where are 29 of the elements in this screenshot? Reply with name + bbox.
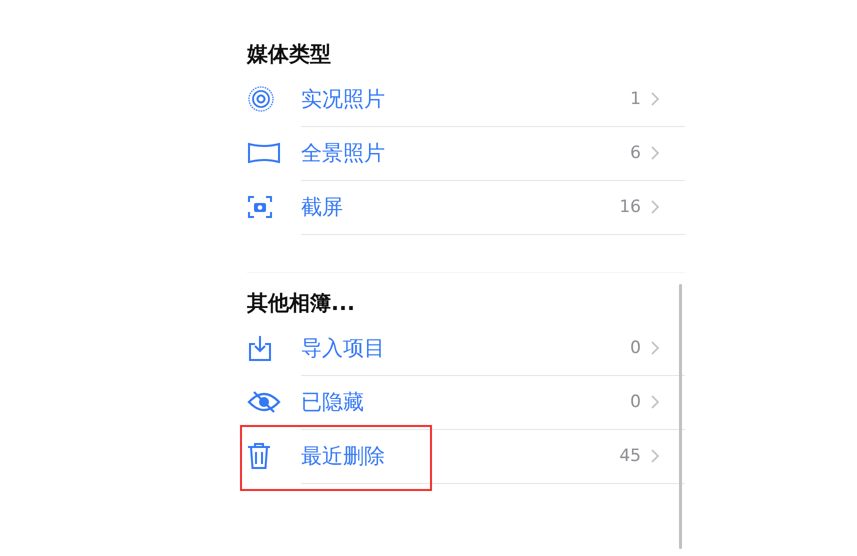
album-row[interactable]: 实况照片 1 [247,72,685,126]
section-heading: 其他相簿... [247,290,356,317]
item-count: 16 [619,196,641,216]
album-label: 截屏 [301,194,344,220]
album-row[interactable]: 截屏 16 [247,180,685,234]
album-label: 实况照片 [301,86,386,112]
chevron-icon [651,92,659,106]
chevron-icon [651,146,659,160]
album-label: 导入项目 [301,334,386,362]
album-label: 最近删除 [301,442,386,470]
live-photo-icon [247,85,275,113]
item-count: 0 [630,338,641,358]
panorama-icon [247,142,281,164]
album-label: 全景照片 [301,140,386,166]
item-count: 1 [630,88,641,108]
trash-icon [247,442,271,470]
chevron-icon [651,448,659,462]
screenshot-icon [247,194,273,220]
chevron-icon [651,200,659,214]
chevron-icon [651,340,659,354]
section-heading: 媒体类型 [247,41,332,68]
item-count: 45 [619,446,641,466]
item-count: 0 [630,392,641,412]
import-icon [247,334,273,362]
hidden-eye-icon [247,390,281,414]
item-count: 6 [630,142,641,162]
album-row[interactable]: 全景照片 6 [247,126,685,180]
album-label: 已隐藏 [301,388,365,416]
chevron-icon [651,394,659,408]
